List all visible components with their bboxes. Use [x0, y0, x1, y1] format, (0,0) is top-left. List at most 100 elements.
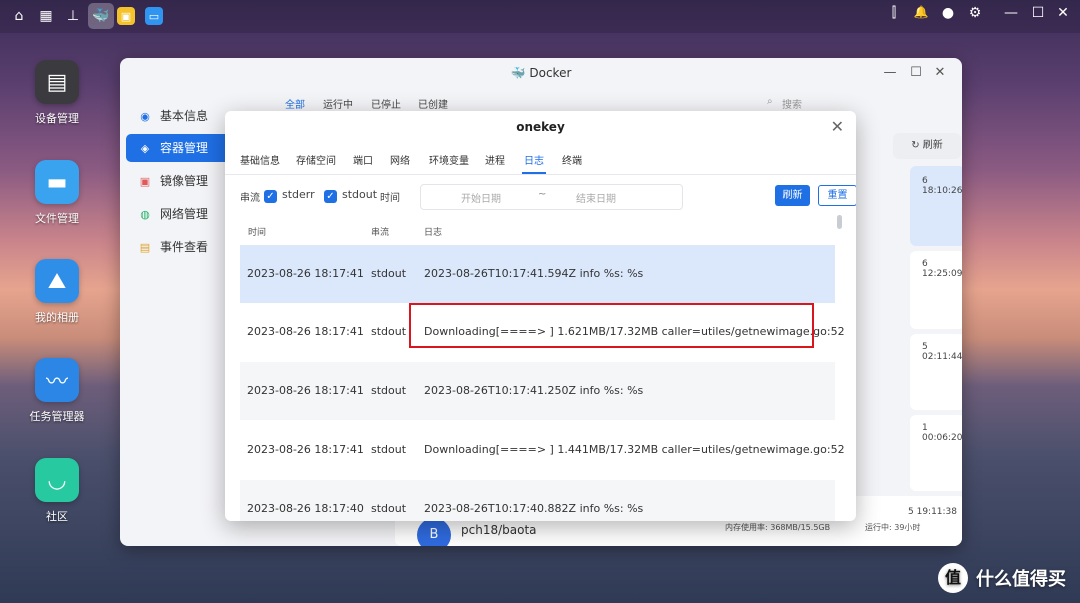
cell-time: 2023-08-26 18:17:41	[247, 267, 364, 280]
desktop-file-manager[interactable]: ▬ 文件管理	[22, 160, 92, 226]
log-table-header: 时间 串流 日志	[240, 221, 835, 241]
bg-time: 5 02:11:44	[922, 342, 962, 362]
bg-container-card: 1 00:06:20	[910, 415, 962, 491]
container-icon: ◈	[140, 142, 150, 155]
desktop-photos[interactable]: ⛰ 我的相册	[22, 259, 92, 325]
cell-stream: stdout	[371, 267, 407, 280]
highlight-box	[409, 303, 814, 348]
cell-log: 2023-08-26T10:17:40.882Z info %s: %s	[424, 502, 644, 515]
modal-title: onekey	[516, 120, 565, 134]
bg-time: 5 19:11:38	[908, 507, 958, 517]
stderr-checkbox[interactable]: ✓	[264, 190, 277, 203]
desktop-label: 任务管理器	[29, 410, 85, 423]
scrollbar-thumb[interactable]	[837, 215, 842, 229]
search-input[interactable]: 搜索	[782, 96, 802, 111]
close-icon[interactable]: ✕	[930, 58, 950, 88]
refresh-icon: ↻	[911, 140, 920, 151]
task-manager-icon: 〰	[35, 358, 79, 402]
community-icon: ◡	[35, 458, 79, 502]
image-icon: ▣	[139, 175, 151, 188]
equalizer-icon[interactable]: ⫿	[884, 5, 904, 21]
bg-container-card: 6 18:10:26	[910, 166, 962, 246]
cell-time: 2023-08-26 18:17:40	[247, 502, 364, 515]
desktop-task-manager[interactable]: 〰 任务管理器	[22, 358, 92, 424]
bell-icon[interactable]: 🔔	[911, 5, 931, 19]
info-icon: ◉	[140, 110, 150, 123]
device-manager-icon: ▤	[35, 60, 79, 104]
container-name: pch18/baota	[461, 523, 537, 537]
table-row[interactable]: 2023-08-26 18:17:41 stdout Downloading[=…	[240, 421, 845, 479]
search-icon[interactable]: ⌕	[767, 96, 773, 107]
date-separator: ~	[538, 189, 547, 200]
docker-icon[interactable]: 🐳	[88, 3, 114, 29]
reset-button[interactable]: 重置	[818, 185, 856, 206]
minimize-icon[interactable]: —	[880, 58, 900, 88]
close-icon[interactable]: ✕	[1053, 5, 1073, 21]
cell-time: 2023-08-26 18:17:41	[247, 384, 364, 397]
active-tab-indicator	[522, 172, 546, 174]
log-table-body: 2023-08-26 18:17:41 stdout 2023-08-26T10…	[240, 245, 845, 521]
network-icon[interactable]: ⊥	[61, 4, 85, 28]
window-icon[interactable]: ▭	[145, 7, 163, 25]
sidebar-item-label: 镜像管理	[160, 174, 209, 188]
close-icon[interactable]: ✕	[831, 117, 844, 136]
window-title: Docker	[529, 66, 572, 80]
tab-logs[interactable]: 日志	[524, 152, 544, 167]
gear-icon[interactable]: ⚙	[965, 5, 985, 21]
sidebar-item-label: 容器管理	[160, 141, 209, 155]
table-row[interactable]: 2023-08-26 18:17:41 stdout 2023-08-26T10…	[240, 245, 835, 303]
bg-time: 1 00:06:20	[922, 423, 962, 443]
network-icon: ◍	[140, 208, 150, 221]
user-icon[interactable]: ●	[938, 5, 958, 21]
bg-time: 6 18:10:26	[922, 176, 962, 196]
event-icon: ▤	[139, 241, 151, 254]
cell-time: 2023-08-26 18:17:41	[247, 325, 364, 338]
maximize-icon[interactable]: ☐	[906, 58, 926, 88]
modal-tabs: 基础信息 存储空间 端口 网络 环境变量 进程 日志 终端	[225, 148, 856, 175]
tab-storage[interactable]: 存储空间	[296, 152, 336, 167]
bg-time: 6 12:25:09	[922, 259, 962, 279]
cell-stream: stdout	[371, 384, 407, 397]
desktop-label: 设备管理	[35, 112, 79, 125]
cell-stream: stdout	[371, 502, 407, 515]
watermark: 值 什么值得买	[938, 563, 1066, 593]
container-status: 运行中: 39小时	[865, 523, 921, 532]
tab-ports[interactable]: 端口	[353, 152, 373, 167]
column-header-stream: 串流	[371, 228, 390, 238]
stdout-checkbox[interactable]: ✓	[324, 190, 337, 203]
end-date-input[interactable]: 结束日期	[576, 190, 616, 205]
desktop-label: 我的相册	[35, 311, 79, 324]
cell-stream: stdout	[371, 443, 407, 456]
tab-all[interactable]: 全部	[285, 96, 305, 111]
desktop-label: 文件管理	[35, 212, 79, 225]
log-filter-bar: 串流 ✓ stderr ✓ stdout 时间 开始日期 ~ 结束日期 刷新 重…	[240, 184, 856, 210]
notes-icon[interactable]: ▣	[117, 7, 135, 25]
watermark-text: 什么值得买	[976, 569, 1066, 590]
desktop-device-manager[interactable]: ▤ 设备管理	[22, 60, 92, 126]
stream-label: 串流	[240, 193, 260, 204]
apps-grid-icon[interactable]: ▦	[34, 4, 58, 28]
stdout-label: stdout	[342, 188, 378, 201]
desktop-community[interactable]: ◡ 社区	[22, 458, 92, 524]
date-range-picker[interactable]: 开始日期 ~ 结束日期	[420, 184, 683, 210]
refresh-button[interactable]: 刷新	[775, 185, 810, 206]
minimize-icon[interactable]: —	[1001, 5, 1021, 21]
tab-terminal[interactable]: 终端	[562, 152, 582, 167]
tab-basic-info[interactable]: 基础信息	[240, 152, 280, 167]
tab-running[interactable]: 运行中	[323, 96, 353, 111]
table-row[interactable]: 2023-08-26 18:17:41 stdout 2023-08-26T10…	[240, 362, 835, 420]
start-date-input[interactable]: 开始日期	[461, 190, 501, 205]
tab-network[interactable]: 网络	[390, 152, 410, 167]
docker-logo-icon: 🐳	[510, 66, 526, 80]
stderr-label: stderr	[282, 188, 315, 201]
tab-stopped[interactable]: 已停止	[371, 96, 401, 111]
maximize-icon[interactable]: ☐	[1028, 5, 1048, 21]
home-icon[interactable]: ⌂	[7, 4, 31, 28]
tab-process[interactable]: 进程	[485, 152, 505, 167]
taskbar: ⌂ ▦ ⊥ 🐳 ▣ ▭ ⫿ 🔔 ● ⚙ — ☐ ✕	[0, 0, 1080, 33]
column-header-time: 时间	[248, 228, 267, 238]
tab-created[interactable]: 已创建	[418, 96, 448, 111]
table-row[interactable]: 2023-08-26 18:17:40 stdout 2023-08-26T10…	[240, 480, 835, 521]
refresh-button[interactable]: ↻ 刷新	[893, 133, 961, 159]
tab-env[interactable]: 环境变量	[429, 152, 469, 167]
